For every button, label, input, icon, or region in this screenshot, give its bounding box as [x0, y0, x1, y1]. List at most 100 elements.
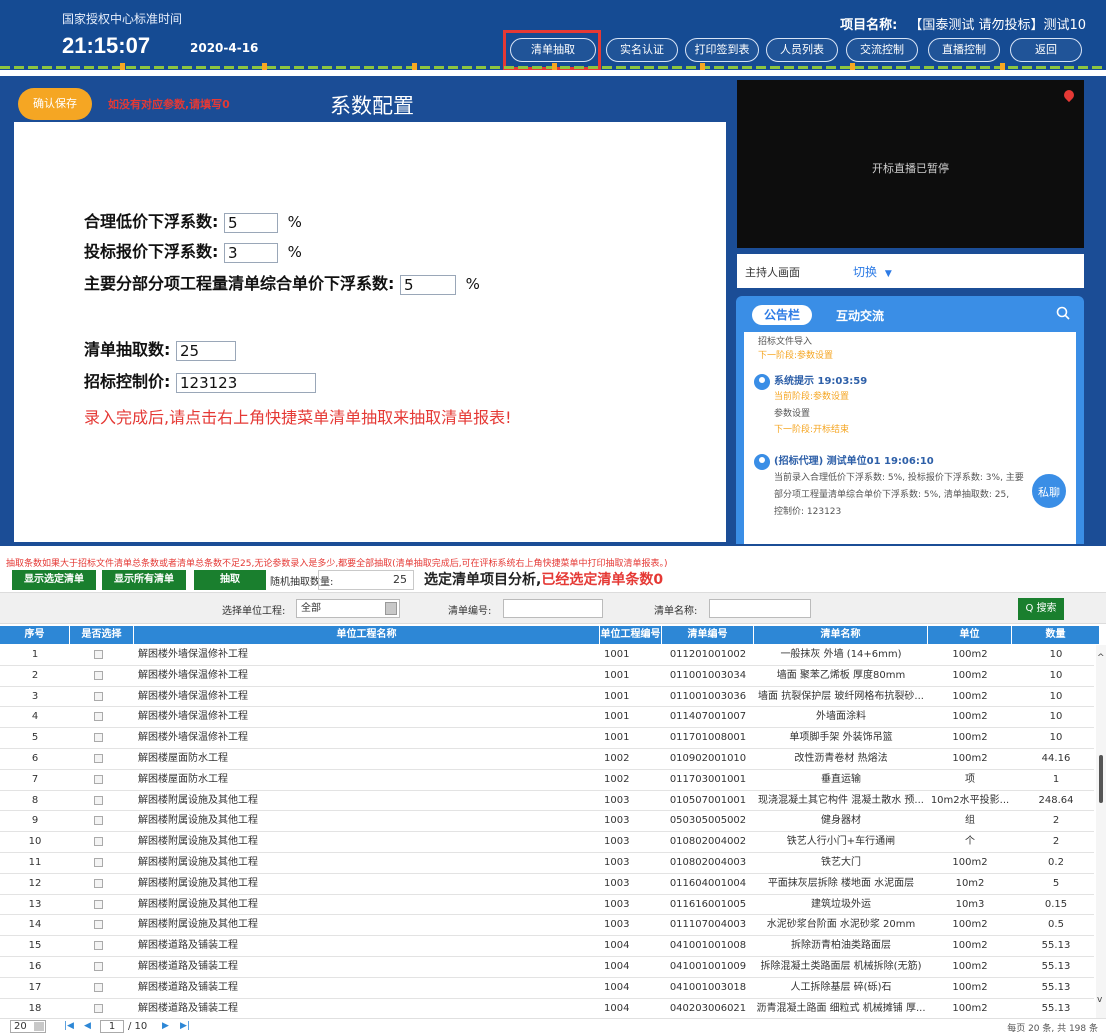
row-select-checkbox[interactable] — [94, 712, 103, 722]
bid-price-float-input[interactable]: 3 — [223, 242, 278, 263]
host-switch-dropdown[interactable]: 切换 ▼ — [853, 263, 892, 280]
row-select-checkbox[interactable] — [94, 837, 103, 847]
search-icon[interactable] — [1056, 306, 1070, 320]
table-row[interactable]: 17 解困楼道路及铺装工程 1004 041001003018 人工拆除基层 碎(砾)石… — [0, 977, 1094, 999]
cell-index: 15 — [28, 940, 42, 952]
row-select-checkbox[interactable] — [94, 941, 103, 951]
table-row[interactable]: 10 解困楼附属设施及其他工程 1003 010802004002 铁艺人行小门+车行通… — [0, 832, 1094, 853]
table-row[interactable]: 13 解困楼附属设施及其他工程 1003 011616001005 建筑垃圾外运 10m3… — [0, 894, 1094, 916]
page-size-select[interactable]: 20 — [10, 1020, 46, 1033]
prev-page-icon[interactable]: ◀ — [84, 1021, 91, 1031]
table-row[interactable]: 11 解困楼附属设施及其他工程 1003 010802004003 铁艺大门 100m2 0… — [0, 853, 1094, 874]
first-page-icon[interactable]: |◀ — [64, 1021, 74, 1031]
extract-button[interactable]: 抽取 — [194, 570, 266, 590]
row-select-checkbox[interactable] — [94, 899, 103, 909]
table-row[interactable]: 12 解困楼附属设施及其他工程 1003 011604001004 平面抹灰层拆除 楼地… — [0, 873, 1094, 895]
extract-count-input[interactable]: 25 — [175, 340, 236, 361]
scroll-down-icon[interactable]: v — [1097, 995, 1102, 1005]
table-row[interactable]: 6 解困楼屋面防水工程 1002 010902001010 改性沥青卷材 热熔法 100m… — [0, 749, 1094, 770]
table-row[interactable]: 18 解困楼道路及铺装工程 1004 040203006021 沥青混凝土路面 细粒式 … — [0, 998, 1094, 1018]
cell-index: 18 — [28, 1002, 42, 1014]
scroll-up-icon[interactable]: ^ — [1097, 653, 1105, 663]
unit-price-float-input[interactable]: 5 — [399, 274, 456, 295]
cell-unit-code: 1003 — [604, 794, 630, 806]
scroll-thumb[interactable] — [1099, 755, 1103, 803]
row-select-checkbox[interactable] — [94, 670, 103, 680]
selected-summary: 选定清单项目分析,已经选定清单条数0 — [424, 569, 663, 589]
show-all-button[interactable]: 显示所有清单 — [102, 570, 186, 590]
page-number-input[interactable]: 1 — [100, 1020, 124, 1033]
cell-unit-code: 1003 — [604, 815, 630, 827]
unit-filter-select[interactable]: 全部 — [296, 599, 400, 618]
row-select-checkbox[interactable] — [94, 733, 103, 743]
private-chat-button[interactable]: 私聊 — [1030, 472, 1068, 510]
config-instruction: 录入完成后,请点击右上角快捷菜单清单抽取来抽取清单报表! — [84, 408, 512, 427]
table-row[interactable]: 2 解困楼外墙保温修补工程 1001 011001003034 墙面 聚苯乙烯板 厚度8… — [0, 665, 1094, 687]
row-select-checkbox[interactable] — [94, 878, 103, 888]
nav-print-signin-button[interactable]: 打印签到表 — [685, 38, 759, 62]
cell-index: 2 — [31, 669, 39, 681]
table-row[interactable]: 7 解困楼屋面防水工程 1002 011703001001 垂直运输 项 1 — [0, 769, 1094, 791]
confirm-save-button[interactable]: 确认保存 — [18, 88, 92, 120]
cell-unit-name: 解困楼附属设施及其他工程 — [138, 857, 258, 868]
nav-back-button[interactable]: 返回 — [1010, 38, 1082, 62]
nav-realname-button[interactable]: 实名认证 — [606, 38, 678, 62]
table-row[interactable]: 15 解困楼道路及铺装工程 1004 041001001008 拆除沥青柏油类路面层 10… — [0, 936, 1094, 957]
cell-list-name: 改性沥青卷材 热熔法 — [794, 753, 888, 764]
pagination-bar: 20 |◀ ◀ 1 / 10 ▶ ▶| 每页 20 条, 共 198 条 — [0, 1018, 1106, 1034]
show-selected-button[interactable]: 显示选定清单 — [12, 570, 96, 590]
cell-unit-code: 1002 — [604, 773, 630, 785]
cell-unit: 100m2 — [952, 669, 988, 681]
table-row[interactable]: 5 解困楼外墙保温修补工程 1001 011701008001 单项脚手架 外装饰吊篮 1… — [0, 728, 1094, 749]
search-button[interactable]: Q 搜索 — [1018, 598, 1064, 620]
tab-notice-board[interactable]: 公告栏 — [752, 305, 813, 325]
row-select-checkbox[interactable] — [94, 920, 103, 930]
table-row[interactable]: 16 解困楼道路及铺装工程 1004 041001001009 拆除混凝土类路面层 机械… — [0, 957, 1094, 978]
nav-live-control-button[interactable]: 直播控制 — [928, 38, 1000, 62]
table-row[interactable]: 1 解困楼外墙保温修补工程 1001 011201001002 一般抹灰 外墙 (14+… — [0, 645, 1094, 666]
cell-unit: 100m2 — [952, 857, 988, 868]
table-scrollbar[interactable]: ^ v — [1096, 645, 1106, 1018]
cell-unit-name: 解困楼外墙保温修补工程 — [138, 669, 248, 681]
row-select-checkbox[interactable] — [94, 962, 103, 971]
low-price-float-unit: % — [287, 213, 302, 231]
nav-personnel-button[interactable]: 人员列表 — [766, 38, 838, 62]
tab-interaction[interactable]: 互动交流 — [836, 307, 884, 324]
host-switch-label: 切换 — [853, 265, 878, 279]
selected-summary-prefix: 选定清单项目分析, — [424, 572, 542, 588]
nav-list-extract-button[interactable]: 清单抽取 — [510, 38, 596, 62]
name-filter-input[interactable] — [709, 599, 811, 618]
column-header-index: 序号 — [0, 626, 70, 644]
cell-unit-code: 1001 — [604, 649, 630, 660]
random-count-input[interactable]: 25 — [318, 570, 414, 590]
next-page-icon[interactable]: ▶ — [162, 1021, 169, 1031]
table-row[interactable]: 8 解困楼附属设施及其他工程 1003 010507001001 现浇混凝土其它构件 混… — [0, 790, 1094, 812]
cell-unit: 10m3 — [955, 898, 985, 910]
table-row[interactable]: 4 解困楼外墙保温修补工程 1001 011407001007 外墙面涂料 100m2 10 — [0, 707, 1094, 729]
top-bar: 国家授权中心标准时间 21:15:07 2020-4-16 项目名称: 【国泰测试… — [0, 0, 1106, 70]
row-select-checkbox[interactable] — [94, 795, 103, 805]
row-select-checkbox[interactable] — [94, 858, 103, 867]
row-select-checkbox[interactable] — [94, 1003, 103, 1013]
row-select-checkbox[interactable] — [94, 982, 103, 992]
project-value: 【国泰测试 请勿投标】测试10 — [909, 18, 1086, 33]
row-select-checkbox[interactable] — [94, 816, 103, 826]
table-row[interactable]: 3 解困楼外墙保温修补工程 1001 011001003036 墙面 抗裂保护层 玻纤网… — [0, 686, 1094, 708]
cell-unit-name: 解困楼屋面防水工程 — [138, 753, 228, 764]
last-page-icon[interactable]: ▶| — [180, 1021, 190, 1031]
table-row[interactable]: 14 解困楼附属设施及其他工程 1003 011107004003 水泥砂浆台阶面 水泥… — [0, 915, 1094, 937]
control-price-input[interactable]: 123123 — [175, 372, 316, 393]
live-video-player[interactable]: 开标直播已暂停 — [737, 80, 1084, 248]
low-price-float-input[interactable]: 5 — [223, 212, 278, 233]
table-row[interactable]: 9 解困楼附属设施及其他工程 1003 050305005002 健身器材 组 2 — [0, 811, 1094, 833]
message-text: 参数设置 — [774, 409, 811, 419]
row-select-checkbox[interactable] — [94, 774, 103, 784]
cell-list-code: 011616001005 — [669, 898, 747, 910]
row-select-checkbox[interactable] — [94, 691, 103, 701]
code-filter-input[interactable] — [503, 599, 603, 618]
row-select-checkbox[interactable] — [94, 754, 103, 763]
row-select-checkbox[interactable] — [94, 650, 103, 659]
side-panel: 开标直播已暂停 主持人画面 切换 ▼ 公告栏 互动交流 招标文件导入 下一阶段:… — [733, 76, 1106, 546]
nav-chat-control-button[interactable]: 交流控制 — [846, 38, 918, 62]
cell-unit-code: 1004 — [604, 940, 630, 952]
